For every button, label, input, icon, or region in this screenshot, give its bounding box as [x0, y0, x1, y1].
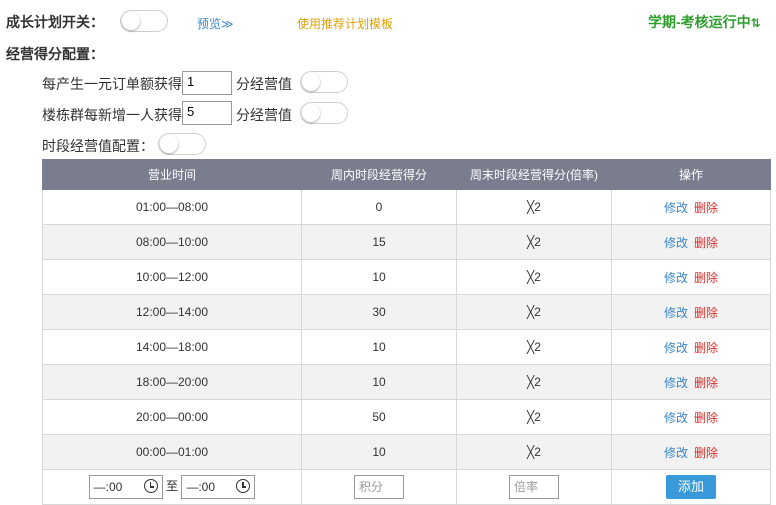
- edit-link[interactable]: 修改: [664, 341, 688, 355]
- edit-link[interactable]: 修改: [664, 236, 688, 250]
- cell-weekend-score: ╳2: [456, 434, 612, 470]
- config-section-title: 经营得分配置：: [6, 46, 104, 62]
- cell-weekend-score: ╳2: [456, 329, 612, 365]
- cell-time: 20:00—00:00: [42, 399, 302, 435]
- cell-weekday-score: 15: [301, 224, 457, 260]
- cell-weekday-score: 50: [301, 399, 457, 435]
- cell-add-button: 添加: [611, 469, 771, 505]
- column-header-time: 营业时间: [42, 159, 302, 190]
- score-input[interactable]: 积分: [354, 475, 404, 499]
- column-header-weekday-score: 周内时段经营得分: [301, 159, 457, 190]
- end-time-input[interactable]: —:00: [181, 475, 256, 499]
- semester-status-title: 学期-考核运行中⇅: [648, 12, 761, 32]
- period-config-toggle[interactable]: [158, 133, 206, 155]
- edit-link[interactable]: 修改: [664, 446, 688, 460]
- edit-link[interactable]: 修改: [664, 201, 688, 215]
- cell-score-input: 积分: [301, 469, 457, 505]
- cell-weekday-score: 10: [301, 434, 457, 470]
- cell-time: 12:00—14:00: [42, 294, 302, 330]
- use-template-link[interactable]: 使用推荐计划模板: [297, 15, 393, 32]
- table-row: 08:00—10:00 15 ╳2 修改 删除: [42, 224, 771, 260]
- table-row: 20:00—00:00 50 ╳2 修改 删除: [42, 399, 771, 435]
- delete-link[interactable]: 删除: [694, 446, 718, 460]
- rate-input[interactable]: 倍率: [509, 475, 559, 499]
- cell-weekend-score: ╳2: [456, 294, 612, 330]
- table-row: 18:00—20:00 10 ╳2 修改 删除: [42, 364, 771, 400]
- edit-link[interactable]: 修改: [664, 411, 688, 425]
- table-row: 00:00—01:00 10 ╳2 修改 删除: [42, 434, 771, 470]
- delete-link[interactable]: 删除: [694, 341, 718, 355]
- cell-weekend-score: ╳2: [456, 259, 612, 295]
- cell-weekend-score: ╳2: [456, 224, 612, 260]
- cell-time: 00:00—01:00: [42, 434, 302, 470]
- cell-weekday-score: 10: [301, 259, 457, 295]
- clock-icon: [236, 479, 251, 493]
- cell-time: 10:00—12:00: [42, 259, 302, 295]
- cell-time: 14:00—18:00: [42, 329, 302, 365]
- order-score-toggle[interactable]: [300, 71, 348, 93]
- cell-weekday-score: 10: [301, 364, 457, 400]
- cell-actions: 修改 删除: [611, 364, 771, 400]
- start-time-value: —:00: [93, 480, 123, 494]
- edit-link[interactable]: 修改: [664, 306, 688, 320]
- order-score-prefix: 每产生一元订单额获得: [42, 76, 182, 92]
- cell-time: 01:00—08:00: [42, 189, 302, 225]
- table-row: 12:00—14:00 30 ╳2 修改 删除: [42, 294, 771, 330]
- delete-link[interactable]: 删除: [694, 201, 718, 215]
- cell-actions: 修改 删除: [611, 224, 771, 260]
- cell-weekend-score: ╳2: [456, 399, 612, 435]
- member-score-prefix: 楼栋群每新增一人获得: [42, 107, 182, 123]
- member-score-input[interactable]: 5: [182, 101, 232, 125]
- cell-actions: 修改 删除: [611, 294, 771, 330]
- table-row: 14:00—18:00 10 ╳2 修改 删除: [42, 329, 771, 365]
- cell-actions: 修改 删除: [611, 329, 771, 365]
- cell-weekday-score: 30: [301, 294, 457, 330]
- column-header-actions: 操作: [611, 159, 771, 190]
- period-config-label: 时段经营值配置：: [42, 138, 154, 154]
- delete-link[interactable]: 删除: [694, 376, 718, 390]
- table-row: 10:00—12:00 10 ╳2 修改 删除: [42, 259, 771, 295]
- column-header-weekend-score: 周末时段经营得分(倍率): [456, 159, 612, 190]
- cell-weekday-score: 0: [301, 189, 457, 225]
- member-score-toggle[interactable]: [300, 102, 348, 124]
- end-time-value: —:00: [186, 480, 216, 494]
- cell-actions: 修改 删除: [611, 434, 771, 470]
- clock-icon: [143, 479, 158, 493]
- cell-actions: 修改 删除: [611, 399, 771, 435]
- cell-weekday-score: 10: [301, 329, 457, 365]
- delete-link[interactable]: 删除: [694, 306, 718, 320]
- period-score-table: 营业时间 周内时段经营得分 周末时段经营得分(倍率) 操作 01:00—08:0…: [42, 159, 771, 505]
- cell-actions: 修改 删除: [611, 189, 771, 225]
- delete-link[interactable]: 删除: [694, 411, 718, 425]
- edit-link[interactable]: 修改: [664, 376, 688, 390]
- cell-time: 18:00—20:00: [42, 364, 302, 400]
- order-score-input[interactable]: 1: [182, 71, 232, 95]
- table-row: 01:00—08:00 0 ╳2 修改 删除: [42, 189, 771, 225]
- start-time-input[interactable]: —:00: [88, 475, 163, 499]
- semester-status-text: 学期-考核运行中: [648, 14, 751, 30]
- cell-time: 08:00—10:00: [42, 224, 302, 260]
- sort-icon[interactable]: ⇅: [751, 16, 761, 30]
- order-score-suffix: 分经营值: [236, 76, 292, 92]
- cell-actions: 修改 删除: [611, 259, 771, 295]
- growth-switch-label: 成长计划开关：: [6, 14, 104, 30]
- cell-weekend-score: ╳2: [456, 364, 612, 400]
- delete-link[interactable]: 删除: [694, 236, 718, 250]
- cell-weekend-score: ╳2: [456, 189, 612, 225]
- edit-link[interactable]: 修改: [664, 271, 688, 285]
- cell-rate-input: 倍率: [456, 469, 612, 505]
- member-score-suffix: 分经营值: [236, 107, 292, 123]
- delete-link[interactable]: 删除: [694, 271, 718, 285]
- table-header-row: 营业时间 周内时段经营得分 周末时段经营得分(倍率) 操作: [42, 159, 771, 190]
- add-row: —:00 至 —:00 积分 倍率 添加: [42, 469, 771, 505]
- cell-time-range-input: —:00 至 —:00: [42, 469, 302, 505]
- growth-plan-toggle[interactable]: [120, 10, 168, 32]
- add-button[interactable]: 添加: [666, 475, 716, 499]
- preview-link[interactable]: 预览≫: [197, 15, 234, 32]
- to-label: 至: [165, 479, 178, 494]
